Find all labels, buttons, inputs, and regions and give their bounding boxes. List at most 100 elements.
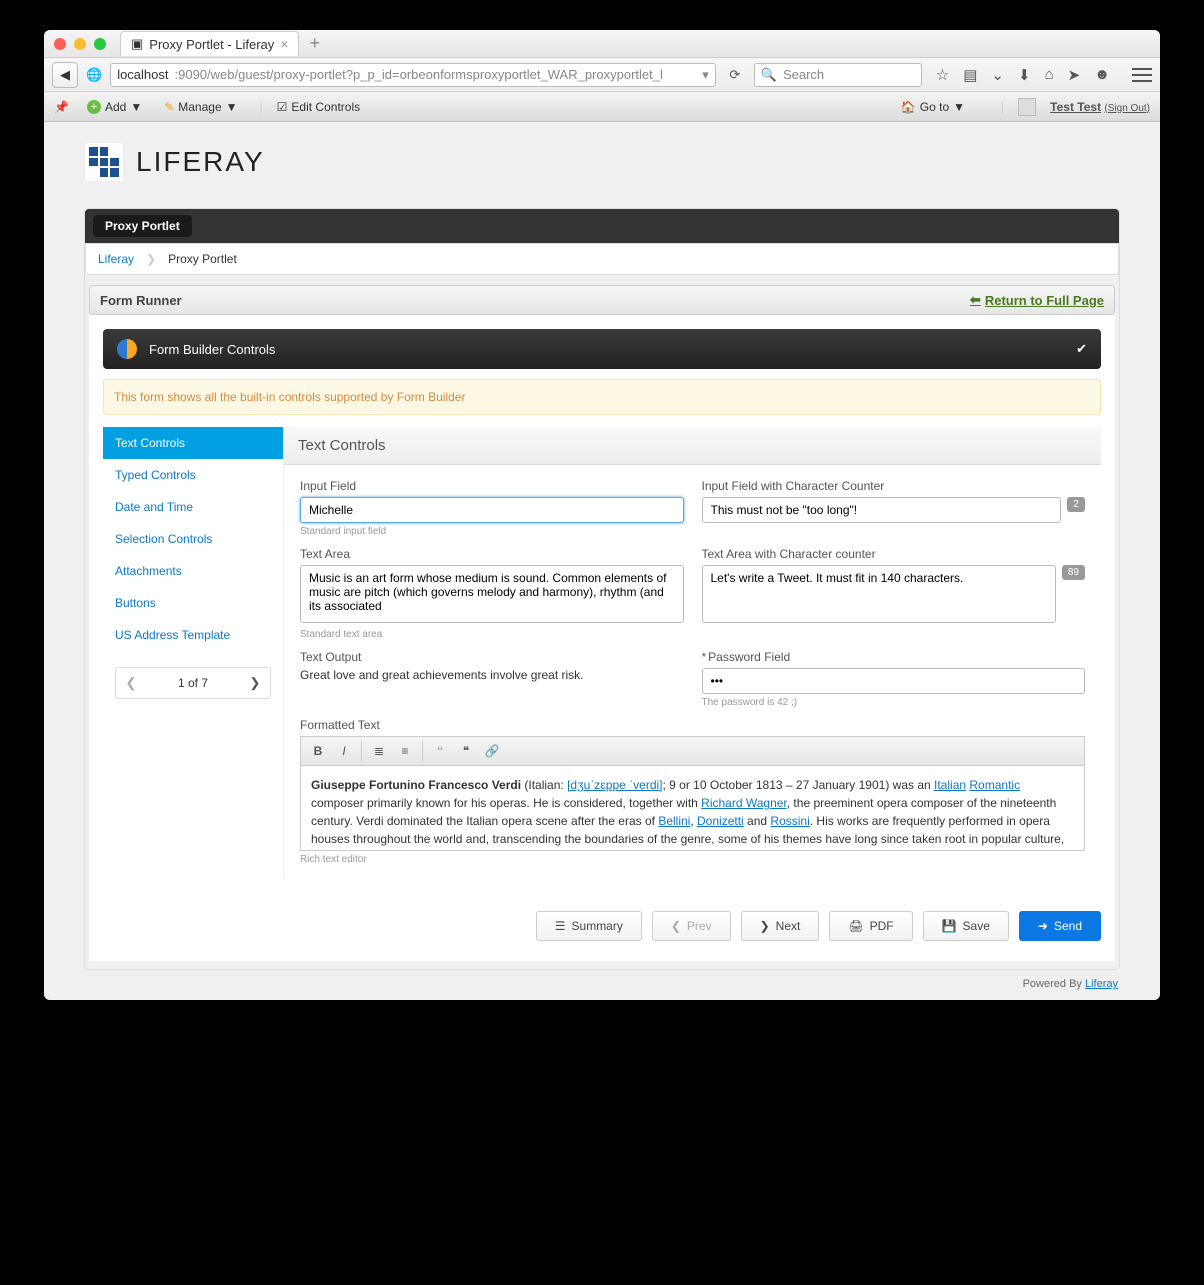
user-link[interactable]: Test Test (Sign Out) <box>1050 100 1150 114</box>
input-counter-group: Input Field with Character Counter 2 <box>702 479 1086 537</box>
section-pager: ❮ 1 of 7 ❯ <box>115 667 271 699</box>
list-icon: ☰ <box>555 919 566 933</box>
url-path: :9090/web/guest/proxy-portlet?p_p_id=orb… <box>175 67 663 82</box>
breadcrumb-root-link[interactable]: Liferay <box>98 252 134 266</box>
tab-close-icon[interactable]: × <box>280 36 288 52</box>
input-counter-badge: 2 <box>1067 497 1085 512</box>
textarea-counter-group: Text Area with Character counter Let's w… <box>702 547 1086 640</box>
form-runner-bar: Form Runner ⬅Return to Full Page <box>89 285 1115 315</box>
nav-us-address[interactable]: US Address Template <box>103 619 283 651</box>
rte-ul-button[interactable]: ≣ <box>368 741 390 761</box>
breadcrumb: Liferay ❯ Proxy Portlet <box>85 243 1119 275</box>
rte-link-button[interactable]: 🔗 <box>481 741 503 761</box>
return-full-page-link[interactable]: ⬅Return to Full Page <box>970 292 1104 308</box>
nav-selection-controls[interactable]: Selection Controls <box>103 523 283 555</box>
breadcrumb-separator-icon: ❯ <box>146 252 156 266</box>
new-tab-button[interactable]: + <box>309 33 320 54</box>
portlet-header: Proxy Portlet <box>85 209 1119 243</box>
text-output-group: Text Output Great love and great achieve… <box>300 650 684 708</box>
pdf-button[interactable]: 🖨PDF <box>829 911 912 941</box>
pager-prev-button[interactable]: ❮ <box>116 668 146 698</box>
reader-icon[interactable]: ▤ <box>963 66 977 84</box>
input-field-label: Input Field <box>300 479 684 493</box>
home-icon[interactable]: ⌂ <box>1045 66 1054 84</box>
dropdown-marker-icon[interactable]: ▾ <box>702 67 709 83</box>
nav-typed-controls[interactable]: Typed Controls <box>103 459 283 491</box>
footer: Powered By Liferay <box>84 970 1120 998</box>
site-logo[interactable]: LIFERAY <box>84 142 1120 182</box>
save-icon: 💾 <box>942 919 957 933</box>
form-builder-header: Form Builder Controls ✔ <box>103 329 1101 369</box>
textarea-hint: Standard text area <box>300 629 684 640</box>
prev-icon: ❮ <box>671 919 681 933</box>
info-alert: This form shows all the built-in control… <box>103 379 1101 415</box>
minimize-window-button[interactable] <box>74 38 86 50</box>
textarea-counter-label: Text Area with Character counter <box>702 547 1086 561</box>
rte-content[interactable]: Giuseppe Fortunino Francesco Verdi (Ital… <box>300 765 1085 851</box>
bookmark-star-icon[interactable]: ☆ <box>936 66 949 84</box>
pin-icon[interactable]: 📌 <box>54 100 69 114</box>
section-nav: Text Controls Typed Controls Date and Ti… <box>103 427 283 879</box>
liferay-dockbar: 📌 +Add ▼ ✎Manage ▼ | ☑ Edit Controls 🏠 G… <box>44 92 1160 122</box>
nav-text-controls[interactable]: Text Controls <box>103 427 283 459</box>
footer-liferay-link[interactable]: Liferay <box>1085 978 1118 990</box>
return-arrow-icon: ⬅ <box>970 292 981 308</box>
password-field[interactable] <box>702 668 1086 694</box>
send-button[interactable]: ➜Send <box>1019 911 1101 941</box>
zoom-window-button[interactable] <box>94 38 106 50</box>
edit-controls-link[interactable]: ☑ Edit Controls <box>277 100 360 114</box>
goto-menu[interactable]: 🏠 Go to ▼ <box>901 100 965 114</box>
section-title: Text Controls <box>284 427 1101 465</box>
nav-buttons[interactable]: Buttons <box>103 587 283 619</box>
search-icon: 🔍 <box>761 67 777 83</box>
nav-date-time[interactable]: Date and Time <box>103 491 283 523</box>
user-avatar-icon[interactable] <box>1018 98 1036 116</box>
reload-button[interactable]: ⟳ <box>724 64 746 86</box>
save-button[interactable]: 💾Save <box>923 911 1009 941</box>
back-button[interactable]: ◀ <box>52 62 78 88</box>
window-titlebar: ▣ Proxy Portlet - Liferay × + <box>44 30 1160 58</box>
formatted-text-hint: Rich text editor <box>300 854 1085 865</box>
manage-menu[interactable]: ✎Manage ▼ <box>164 100 237 114</box>
prev-button[interactable]: ❮Prev <box>652 911 731 941</box>
portlet-title: Proxy Portlet <box>93 215 192 237</box>
send-icon: ➜ <box>1038 919 1048 933</box>
input-field[interactable] <box>300 497 684 523</box>
nav-attachments[interactable]: Attachments <box>103 555 283 587</box>
tab-favicon-icon: ▣ <box>131 36 143 52</box>
send-icon[interactable]: ➤ <box>1068 66 1081 84</box>
formatted-text-label: Formatted Text <box>300 718 1085 732</box>
textarea-field[interactable]: Music is an art form whose medium is sou… <box>300 565 684 623</box>
textarea-counter-badge: 89 <box>1062 565 1085 580</box>
pager-next-button[interactable]: ❯ <box>240 668 270 698</box>
browser-tab[interactable]: ▣ Proxy Portlet - Liferay × <box>120 31 299 56</box>
rte-quote-left-icon[interactable]: ❝ <box>429 741 451 761</box>
rte-italic-button[interactable]: I <box>333 741 355 761</box>
input-field-hint: Standard input field <box>300 526 684 537</box>
form-actions: ☰Summary ❮Prev ❯Next 🖨PDF 💾Save ➜Send <box>103 899 1101 947</box>
pager-text: 1 of 7 <box>146 676 240 690</box>
face-icon[interactable]: ☻ <box>1094 66 1110 84</box>
pocket-icon[interactable]: ⌄ <box>991 66 1004 84</box>
url-host: localhost <box>117 67 168 82</box>
search-input[interactable]: 🔍 Search <box>754 63 922 87</box>
url-input[interactable]: localhost :9090/web/guest/proxy-portlet?p… <box>110 63 716 87</box>
add-menu[interactable]: +Add ▼ <box>87 100 142 114</box>
menu-button[interactable] <box>1132 68 1152 82</box>
close-window-button[interactable] <box>54 38 66 50</box>
input-counter-field[interactable] <box>702 497 1062 523</box>
rte-bold-button[interactable]: B <box>307 741 329 761</box>
next-icon: ❯ <box>760 919 770 933</box>
rte-ol-button[interactable]: ≡ <box>394 741 416 761</box>
summary-button[interactable]: ☰Summary <box>536 911 642 941</box>
form-builder-title: Form Builder Controls <box>149 342 275 357</box>
textarea-group: Text Area Music is an art form whose med… <box>300 547 684 640</box>
globe-icon: 🌐 <box>86 67 102 83</box>
download-icon[interactable]: ⬇ <box>1018 66 1031 84</box>
next-button[interactable]: ❯Next <box>741 911 820 941</box>
input-counter-label: Input Field with Character Counter <box>702 479 1086 493</box>
rte-quote-button[interactable]: ❝ <box>455 741 477 761</box>
textarea-counter-field[interactable]: Let's write a Tweet. It must fit in 140 … <box>702 565 1056 623</box>
input-field-group: Input Field Standard input field <box>300 479 684 537</box>
orbeon-logo-icon <box>117 339 137 359</box>
